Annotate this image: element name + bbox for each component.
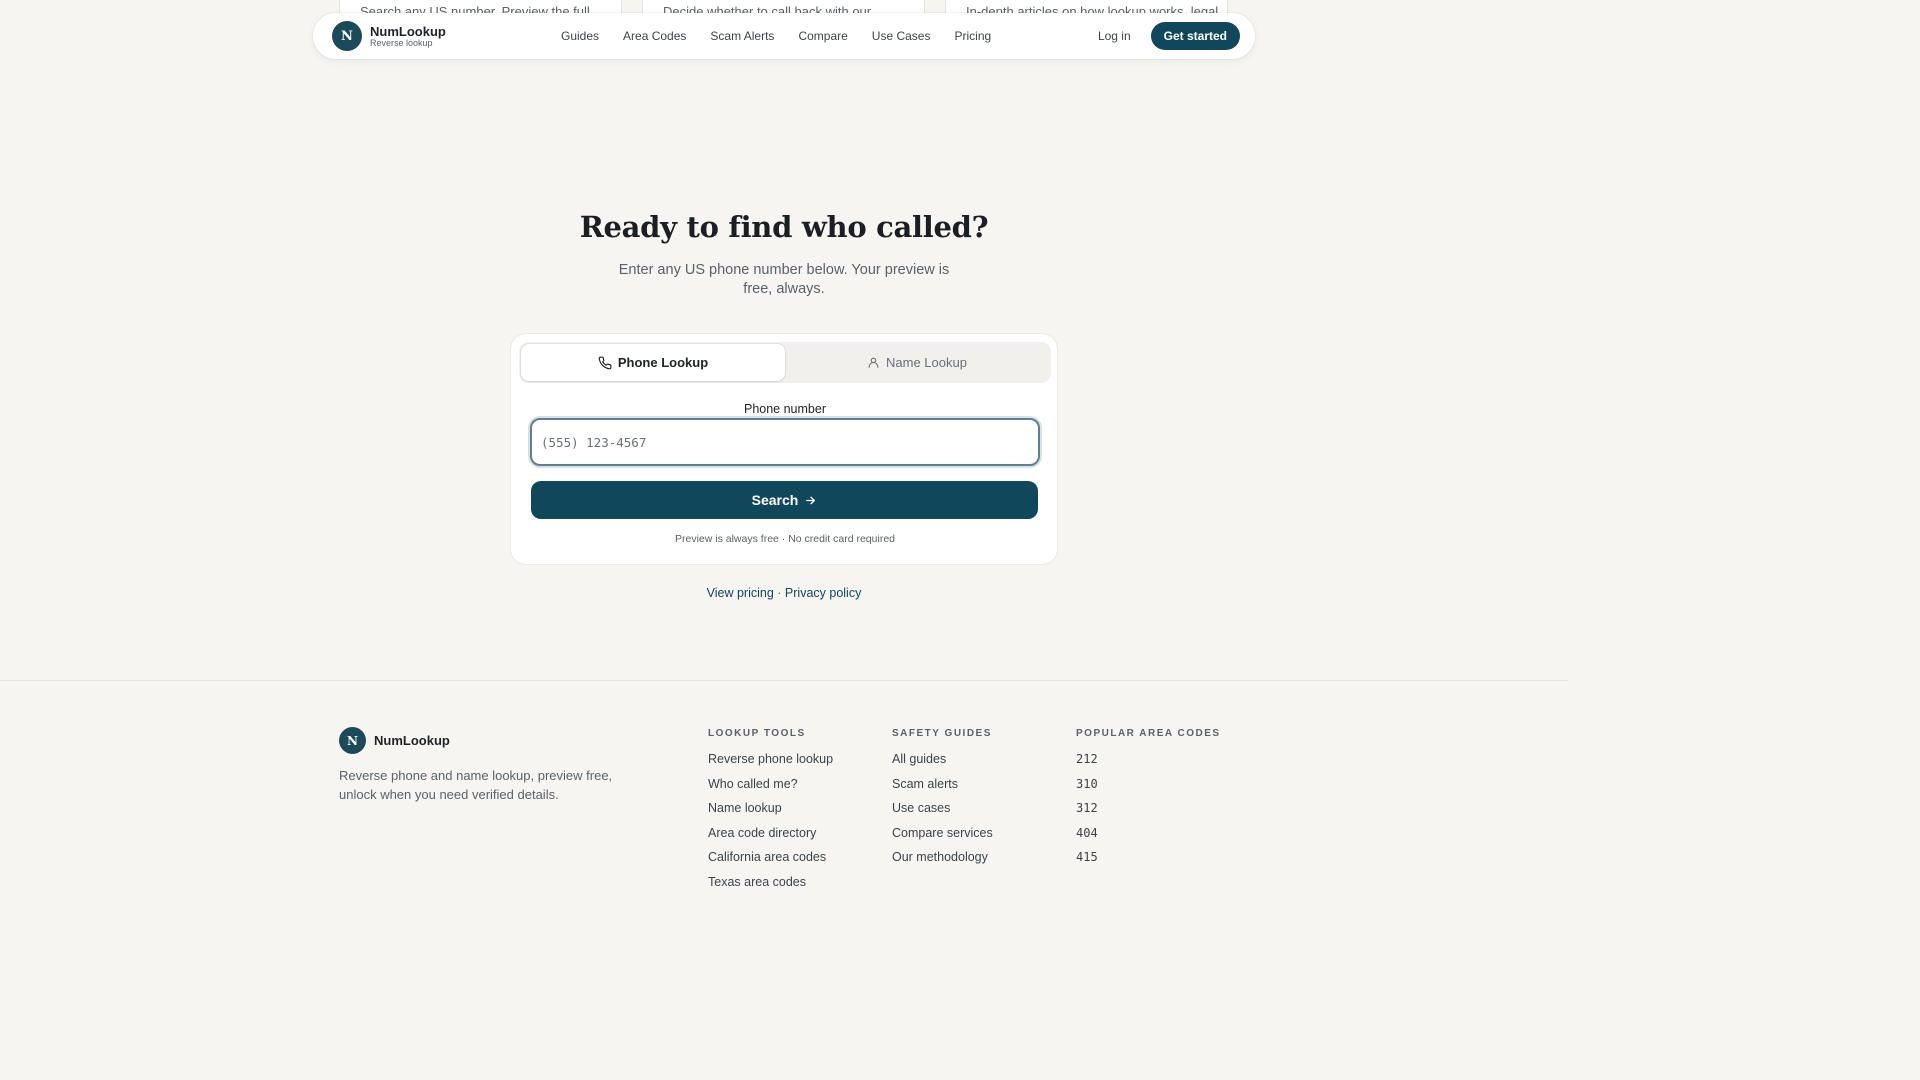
footer-link-all-guides[interactable]: All guides <box>892 752 993 777</box>
footer-logo[interactable]: N NumLookup <box>339 727 450 754</box>
footer-link-use-cases[interactable]: Use cases <box>892 801 993 826</box>
footer-link-scam-alerts[interactable]: Scam alerts <box>892 777 993 802</box>
brand-name: NumLookup <box>370 23 446 39</box>
nav-links: Guides Area Codes Scam Alerts Compare Us… <box>561 13 1015 59</box>
nav-link-pricing[interactable]: Pricing <box>954 29 991 43</box>
search-button-label: Search <box>751 492 799 508</box>
login-link[interactable]: Log in <box>1098 29 1131 43</box>
footer-col-title: LOOKUP TOOLS <box>708 728 806 739</box>
search-card: Phone Lookup Name Lookup Phone number Se… <box>510 333 1058 565</box>
footer-link-area-code-415[interactable]: 415 <box>1076 850 1221 875</box>
privacy-policy-link[interactable]: Privacy policy <box>785 586 861 600</box>
footer-col-popular-area-codes: POPULAR AREA CODES 212 310 312 404 415 <box>1076 728 1221 875</box>
logo-mark[interactable]: N <box>332 21 362 51</box>
footer-link-reverse-phone-lookup[interactable]: Reverse phone lookup <box>708 752 833 777</box>
footer-col-lookup-tools: LOOKUP TOOLS Reverse phone lookup Who ca… <box>708 728 833 899</box>
footer-link-texas-area-codes[interactable]: Texas area codes <box>708 875 833 900</box>
footer-col-title: SAFETY GUIDES <box>892 728 992 739</box>
footer-description: Reverse phone and name lookup, preview f… <box>339 768 613 802</box>
arrow-right-icon <box>806 496 816 504</box>
hero-subtitle: Enter any US phone number below. Your pr… <box>618 262 950 297</box>
nav-link-compare[interactable]: Compare <box>798 29 847 43</box>
preview-note: Preview is always free · No credit card … <box>675 533 895 545</box>
top-navbar: N NumLookup Reverse lookup Guides Area C… <box>313 13 1255 59</box>
footer-logo-mark: N <box>339 727 366 754</box>
user-icon <box>868 357 879 368</box>
view-pricing-link[interactable]: View pricing <box>707 586 774 600</box>
footer-link-area-code-312[interactable]: 312 <box>1076 801 1221 826</box>
brand-block[interactable]: NumLookup Reverse lookup <box>370 25 446 48</box>
nav-link-use-cases[interactable]: Use Cases <box>872 29 931 43</box>
footer-brand-name: NumLookup <box>374 733 450 748</box>
lookup-tabs: Phone Lookup Name Lookup <box>519 342 1051 383</box>
site-footer: N NumLookup Reverse phone and name looku… <box>0 680 1568 889</box>
footer-link-area-code-404[interactable]: 404 <box>1076 826 1221 851</box>
nav-link-area-codes[interactable]: Area Codes <box>623 29 686 43</box>
nav-link-guides[interactable]: Guides <box>561 29 599 43</box>
link-separator: · <box>773 586 785 600</box>
footer-link-name-lookup[interactable]: Name lookup <box>708 801 833 826</box>
footer-link-who-called-me[interactable]: Who called me? <box>708 777 833 802</box>
nav-actions: Log in Get started <box>1098 22 1240 50</box>
get-started-button[interactable]: Get started <box>1150 22 1240 50</box>
phone-number-input[interactable] <box>530 418 1040 466</box>
tab-name-lookup-label: Name Lookup <box>886 355 967 370</box>
footer-link-area-code-directory[interactable]: Area code directory <box>708 826 833 851</box>
footer-link-compare-services[interactable]: Compare services <box>892 826 993 851</box>
nav-link-scam-alerts[interactable]: Scam Alerts <box>710 29 774 43</box>
tab-name-lookup[interactable]: Name Lookup <box>785 344 1049 381</box>
phone-number-label: Phone number <box>743 402 826 416</box>
tab-phone-lookup-label: Phone Lookup <box>617 355 709 370</box>
hero-title: Ready to find who called? <box>579 210 989 244</box>
search-button[interactable]: Search <box>531 481 1038 519</box>
footer-col-title: POPULAR AREA CODES <box>1076 728 1221 739</box>
secondary-links: View pricing · Privacy policy <box>0 586 1568 600</box>
brand-tagline: Reverse lookup <box>370 37 433 48</box>
footer-col-safety-guides: SAFETY GUIDES All guides Scam alerts Use… <box>892 728 993 875</box>
phone-icon <box>598 356 612 369</box>
footer-link-our-methodology[interactable]: Our methodology <box>892 850 993 875</box>
footer-link-area-code-310[interactable]: 310 <box>1076 777 1221 802</box>
footer-link-area-code-212[interactable]: 212 <box>1076 752 1221 777</box>
footer-link-california-area-codes[interactable]: California area codes <box>708 850 833 875</box>
tab-phone-lookup[interactable]: Phone Lookup <box>521 344 785 381</box>
